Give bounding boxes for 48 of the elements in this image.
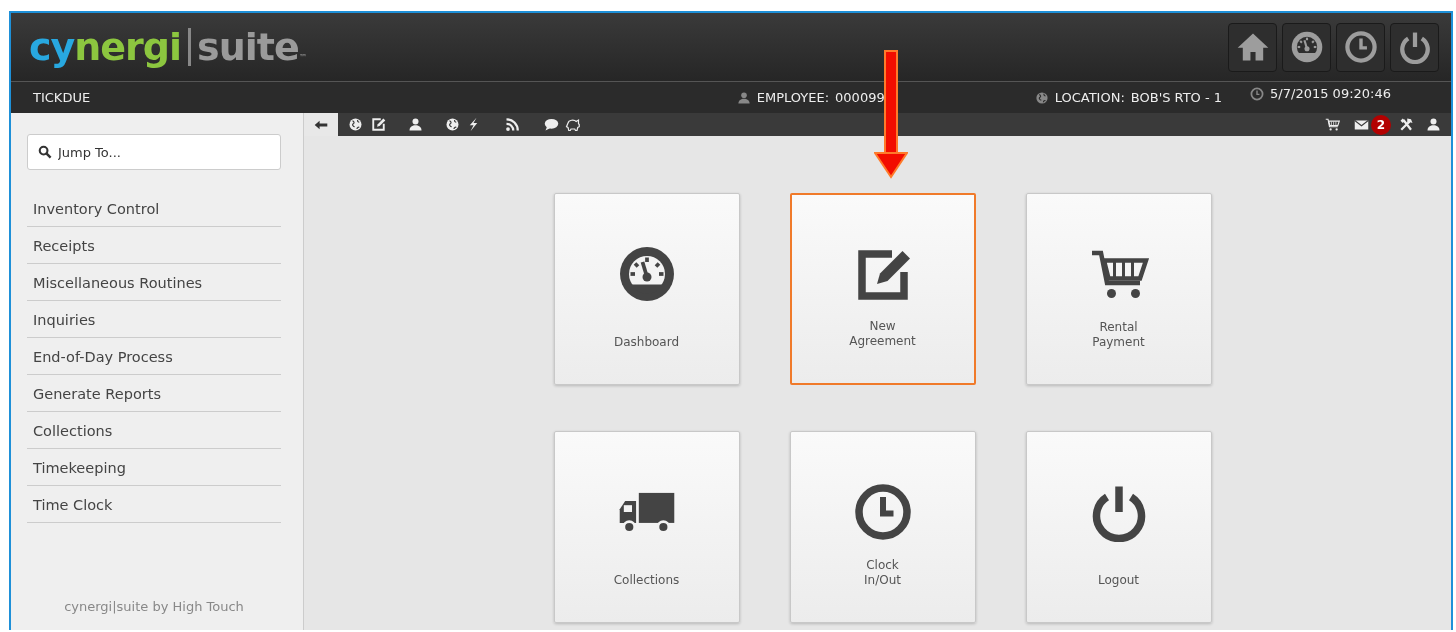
cart-icon bbox=[1325, 117, 1340, 132]
menu-tile[interactable]: Dashboard bbox=[553, 193, 740, 385]
employee-label: EMPLOYEE: bbox=[756, 90, 830, 105]
power-icon bbox=[1397, 30, 1432, 64]
sidebar-item[interactable]: Receipts bbox=[33, 237, 95, 254]
tools-icon bbox=[1399, 117, 1414, 132]
clock-icon bbox=[1343, 30, 1378, 64]
module-name: TICKDUE bbox=[33, 90, 91, 105]
sidebar-item[interactable]: Generate Reports bbox=[33, 385, 161, 402]
speech-bubble-icon bbox=[544, 117, 559, 132]
footer-credit: cynergi|suite by High Touch bbox=[63, 599, 245, 614]
sidebar-item[interactable]: Inquiries bbox=[33, 311, 96, 328]
globe-icon bbox=[1034, 90, 1049, 105]
clock-icon bbox=[1250, 86, 1265, 101]
menu-tile[interactable]: Collections bbox=[553, 431, 740, 623]
location-label: LOCATION: bbox=[1054, 90, 1125, 105]
sidebar-item[interactable]: Time Clock bbox=[33, 496, 113, 513]
location-name: BOB'S RTO - 1 bbox=[1130, 90, 1223, 105]
date-time: 5/7/2015 09:20:46 bbox=[1270, 86, 1391, 101]
home-button[interactable] bbox=[1228, 22, 1277, 72]
menu-tile[interactable]: Logout bbox=[1025, 431, 1212, 623]
sidebar-item[interactable]: Timekeeping bbox=[33, 459, 126, 476]
jump-to-search-field[interactable]: Jump To... bbox=[27, 134, 281, 170]
employee-number: 000099 bbox=[835, 90, 885, 105]
piggy-bank-icon bbox=[565, 117, 580, 132]
clock-button[interactable] bbox=[1336, 22, 1385, 72]
envelope-icon bbox=[1354, 118, 1369, 131]
edit-icon bbox=[371, 117, 386, 132]
clock-icon bbox=[852, 482, 913, 542]
sidebar-item[interactable]: Inventory Control bbox=[33, 200, 160, 217]
notification-badge: 2 bbox=[1371, 114, 1391, 135]
power-button[interactable] bbox=[1390, 22, 1439, 72]
search-icon bbox=[38, 145, 52, 159]
person-icon bbox=[736, 90, 751, 105]
logo: cynergi suite™ bbox=[29, 28, 306, 66]
gauge-button[interactable] bbox=[1282, 22, 1331, 72]
globe-icon bbox=[445, 117, 460, 132]
menu-tile[interactable]: Clock In/Out bbox=[789, 431, 976, 623]
person-icon bbox=[408, 117, 423, 132]
menu-tile[interactable]: New Agreement bbox=[789, 193, 976, 385]
sidebar-item[interactable]: End-of-Day Process bbox=[33, 348, 173, 365]
gauge-icon bbox=[1289, 30, 1324, 64]
person-icon bbox=[1426, 117, 1441, 132]
sidebar-item[interactable]: Collections bbox=[33, 422, 113, 439]
menu-tile[interactable]: Rental Payment bbox=[1025, 193, 1212, 385]
rss-icon bbox=[505, 117, 520, 132]
sidebar-item[interactable]: Miscellaneous Routines bbox=[33, 274, 203, 291]
globe-icon bbox=[348, 117, 363, 132]
